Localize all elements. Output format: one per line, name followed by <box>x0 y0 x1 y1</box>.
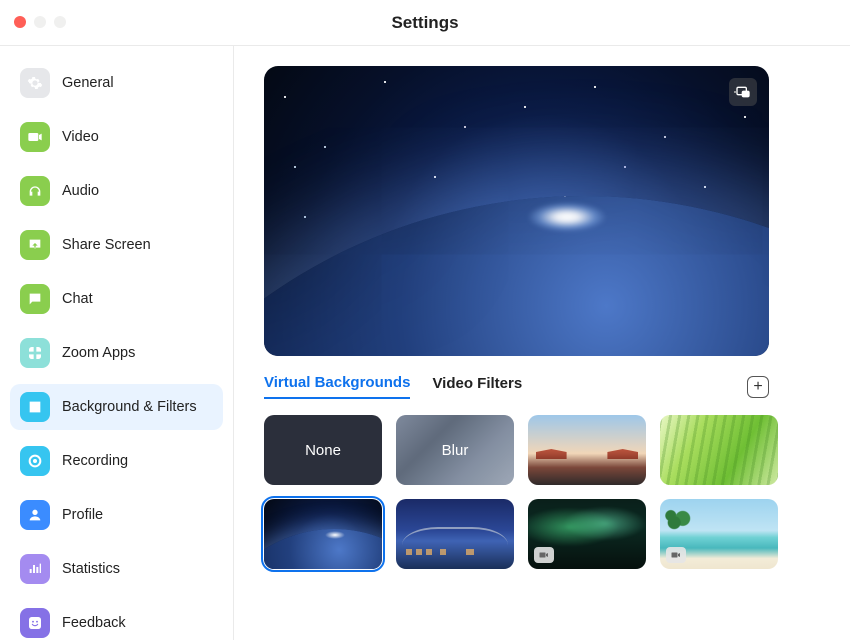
titlebar: Settings <box>0 0 850 46</box>
sidebar-item-audio[interactable]: Audio <box>10 168 223 214</box>
background-grid: None Blur <box>264 415 784 569</box>
sidebar-item-label: Feedback <box>62 615 126 631</box>
tab-virtual-backgrounds[interactable]: Virtual Backgrounds <box>264 374 410 399</box>
sidebar-item-label: Audio <box>62 183 99 199</box>
sidebar-item-profile[interactable]: Profile <box>10 492 223 538</box>
sidebar-item-bgfilters[interactable]: Background & Filters <box>10 384 223 430</box>
background-tile-label: Blur <box>442 442 469 459</box>
add-background-button[interactable]: + <box>747 376 769 398</box>
preview-sunrise <box>527 202 607 232</box>
content: General Video Audio Share Screen Chat Zoom Ap… <box>0 46 850 640</box>
pop-out-preview-button[interactable] <box>729 78 757 106</box>
video-icon <box>20 122 50 152</box>
background-tile-grass[interactable] <box>660 415 778 485</box>
tab-row: Virtual Backgrounds Video Filters + <box>264 374 769 399</box>
sidebar-item-general[interactable]: General <box>10 60 223 106</box>
apps-icon <box>20 338 50 368</box>
smile-icon <box>20 608 50 638</box>
sidebar-item-label: Background & Filters <box>62 399 197 415</box>
background-tile-earth[interactable] <box>264 499 382 569</box>
sidebar-item-apps[interactable]: Zoom Apps <box>10 330 223 376</box>
pop-out-icon <box>735 84 751 100</box>
gear-icon <box>20 68 50 98</box>
background-tile-label: None <box>305 442 341 459</box>
sidebar-item-label: Share Screen <box>62 237 151 253</box>
sidebar-item-label: Video <box>62 129 99 145</box>
window-title: Settings <box>391 13 458 33</box>
chat-icon <box>20 284 50 314</box>
video-badge-icon <box>666 547 686 563</box>
sidebar-item-feedback[interactable]: Feedback <box>10 600 223 640</box>
tab-video-filters[interactable]: Video Filters <box>432 375 522 398</box>
sidebar-item-chat[interactable]: Chat <box>10 276 223 322</box>
background-tile-harbour[interactable] <box>396 499 514 569</box>
background-tile-none[interactable]: None <box>264 415 382 485</box>
sidebar-item-stats[interactable]: Statistics <box>10 546 223 592</box>
plus-icon: + <box>753 379 762 395</box>
sidebar-item-label: General <box>62 75 114 91</box>
sidebar: General Video Audio Share Screen Chat Zoom Ap… <box>0 46 234 640</box>
main-panel: Virtual Backgrounds Video Filters + None… <box>234 46 850 640</box>
sidebar-item-share[interactable]: Share Screen <box>10 222 223 268</box>
person-bg-icon <box>20 392 50 422</box>
share-icon <box>20 230 50 260</box>
background-tile-blur[interactable]: Blur <box>396 415 514 485</box>
background-tile-bridge[interactable] <box>528 415 646 485</box>
headphones-icon <box>20 176 50 206</box>
sidebar-item-video[interactable]: Video <box>10 114 223 160</box>
record-icon <box>20 446 50 476</box>
sidebar-item-label: Statistics <box>62 561 120 577</box>
maximize-window-button[interactable] <box>54 16 66 28</box>
profile-icon <box>20 500 50 530</box>
preview-earth <box>264 196 769 356</box>
stats-icon <box>20 554 50 584</box>
sidebar-item-label: Zoom Apps <box>62 345 135 361</box>
minimize-window-button[interactable] <box>34 16 46 28</box>
background-tile-aurora[interactable] <box>528 499 646 569</box>
video-preview <box>264 66 769 356</box>
background-tile-beach[interactable] <box>660 499 778 569</box>
sidebar-item-label: Chat <box>62 291 93 307</box>
sidebar-item-label: Recording <box>62 453 128 469</box>
sidebar-item-label: Profile <box>62 507 103 523</box>
close-window-button[interactable] <box>14 16 26 28</box>
video-badge-icon <box>534 547 554 563</box>
window-controls <box>14 16 66 28</box>
sidebar-item-recording[interactable]: Recording <box>10 438 223 484</box>
